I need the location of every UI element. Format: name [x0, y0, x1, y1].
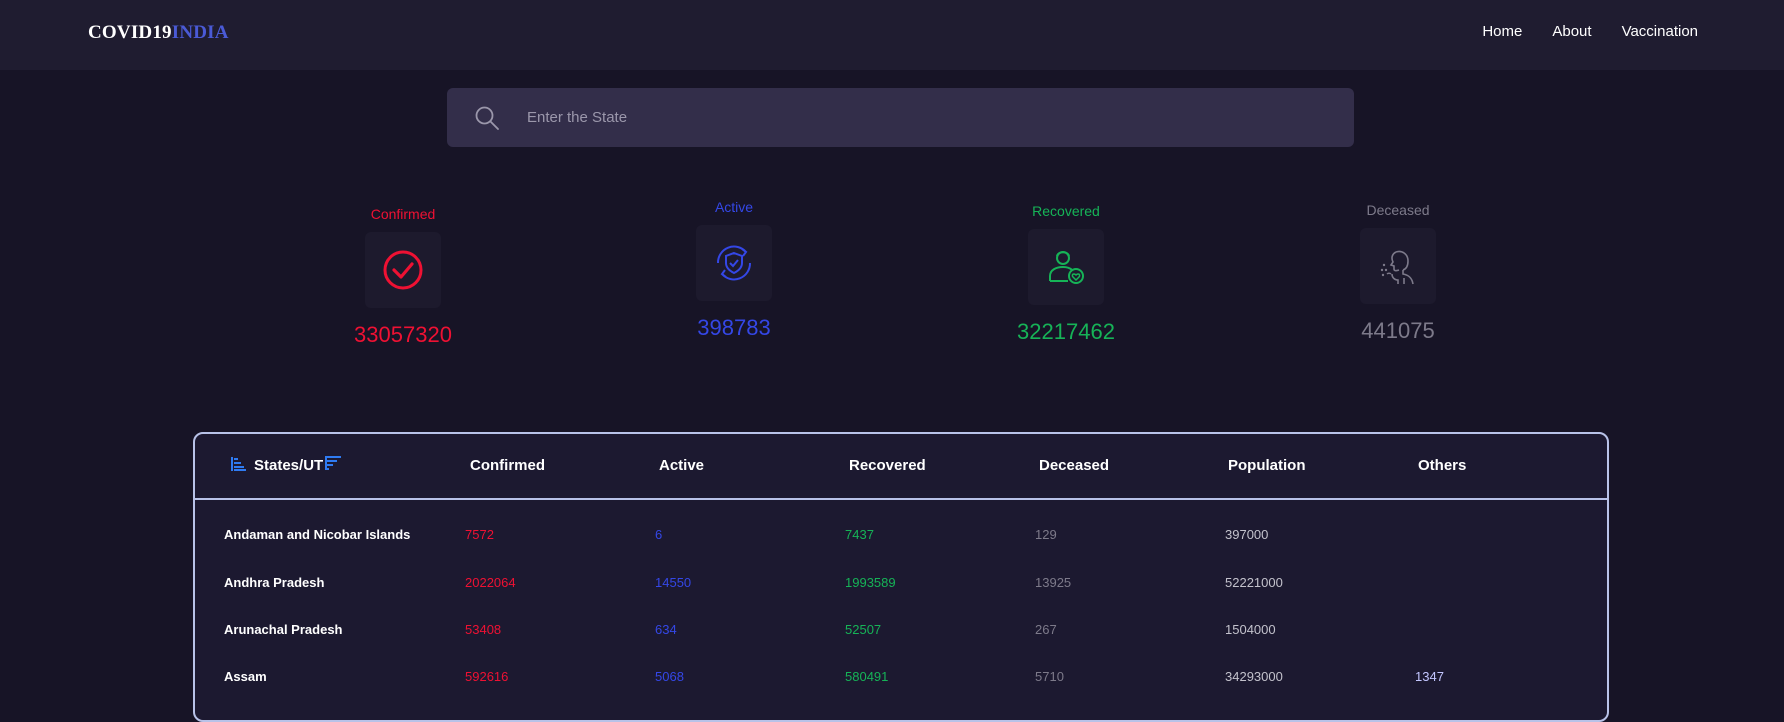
header-confirmed: Confirmed	[470, 457, 545, 474]
sort-descending-icon[interactable]	[325, 456, 341, 470]
search-input[interactable]	[527, 88, 1327, 147]
header-states: States/UT	[254, 457, 324, 474]
stat-label-active: Active	[714, 199, 754, 215]
stat-card-recovered: Recovered 32217462	[966, 203, 1166, 345]
stat-card-deceased: Deceased 441075	[1298, 202, 1498, 344]
stat-value-deceased: 441075	[1361, 318, 1435, 343]
brand-logo[interactable]: COVID19INDIA	[88, 22, 229, 44]
header-others: Others	[1418, 457, 1467, 474]
recovered-person-icon	[1028, 229, 1104, 305]
table-row[interactable]: Andhra Pradesh 2022064 14550 1993589 139…	[195, 575, 1607, 621]
stat-value-confirmed: 33057320	[354, 322, 452, 347]
stat-label-deceased: Deceased	[1366, 202, 1430, 218]
stat-label-confirmed: Confirmed	[370, 206, 436, 222]
cell-confirmed: 2022064	[465, 575, 516, 590]
nav-links: Home About Vaccination	[1452, 23, 1698, 40]
cell-population: 1504000	[1225, 622, 1276, 637]
brand-name: COVID19	[88, 22, 172, 43]
table-row[interactable]: Arunachal Pradesh 53408 634 52507 267 15…	[195, 622, 1607, 668]
cell-recovered: 7437	[845, 527, 874, 542]
cell-population: 52221000	[1225, 575, 1283, 590]
cell-recovered: 52507	[845, 622, 882, 637]
table-row[interactable]: Assam 592616 5068 580491 5710 34293000 1…	[195, 669, 1607, 715]
table-row[interactable]: Andaman and Nicobar Islands 7572 6 7437 …	[195, 527, 1607, 573]
cell-confirmed: 53408	[465, 622, 502, 637]
cell-state: Andhra Pradesh	[224, 575, 325, 590]
cell-recovered: 580491	[845, 669, 889, 684]
sort-ascending-icon[interactable]	[231, 457, 247, 471]
brand-name-accent: INDIA	[171, 22, 229, 43]
cell-deceased: 129	[1035, 527, 1057, 542]
cell-deceased: 13925	[1035, 575, 1072, 590]
table-header: States/UT Confirmed Active Recovered Dec…	[195, 434, 1607, 500]
cell-state: Assam	[224, 669, 267, 684]
cell-active: 5068	[655, 669, 684, 684]
search-icon[interactable]	[474, 105, 500, 131]
navbar: COVID19INDIA Home About Vaccination	[0, 0, 1784, 70]
active-shield-icon	[696, 225, 772, 301]
cell-recovered: 1993589	[845, 575, 896, 590]
header-recovered: Recovered	[849, 457, 926, 474]
deceased-sick-person-icon	[1360, 228, 1436, 304]
cell-deceased: 267	[1035, 622, 1057, 637]
stat-value-active: 398783	[697, 315, 771, 340]
stat-card-active: Active 398783	[634, 199, 834, 341]
nav-home-link[interactable]: Home	[1482, 23, 1522, 40]
cell-population: 34293000	[1225, 669, 1283, 684]
header-active: Active	[659, 457, 705, 474]
confirmed-check-icon	[365, 232, 441, 308]
cell-state: Arunachal Pradesh	[224, 622, 343, 637]
nav-about-link[interactable]: About	[1552, 23, 1591, 40]
cell-active: 14550	[655, 575, 692, 590]
cell-state: Andaman and Nicobar Islands	[224, 527, 411, 542]
cell-others: 1347	[1415, 669, 1444, 684]
header-deceased: Deceased	[1039, 457, 1110, 474]
stat-card-confirmed: Confirmed 33057320	[303, 206, 503, 348]
header-population: Population	[1228, 457, 1306, 474]
cell-confirmed: 7572	[465, 527, 494, 542]
cell-confirmed: 592616	[465, 669, 509, 684]
cell-population: 397000	[1225, 527, 1269, 542]
cell-active: 634	[655, 622, 677, 637]
stat-value-recovered: 32217462	[1017, 319, 1115, 344]
cell-deceased: 5710	[1035, 669, 1064, 684]
states-table: States/UT Confirmed Active Recovered Dec…	[193, 432, 1609, 722]
cell-active: 6	[655, 527, 663, 542]
search-box	[447, 88, 1354, 147]
nav-vaccination-link[interactable]: Vaccination	[1622, 23, 1698, 40]
stat-label-recovered: Recovered	[1032, 203, 1100, 219]
